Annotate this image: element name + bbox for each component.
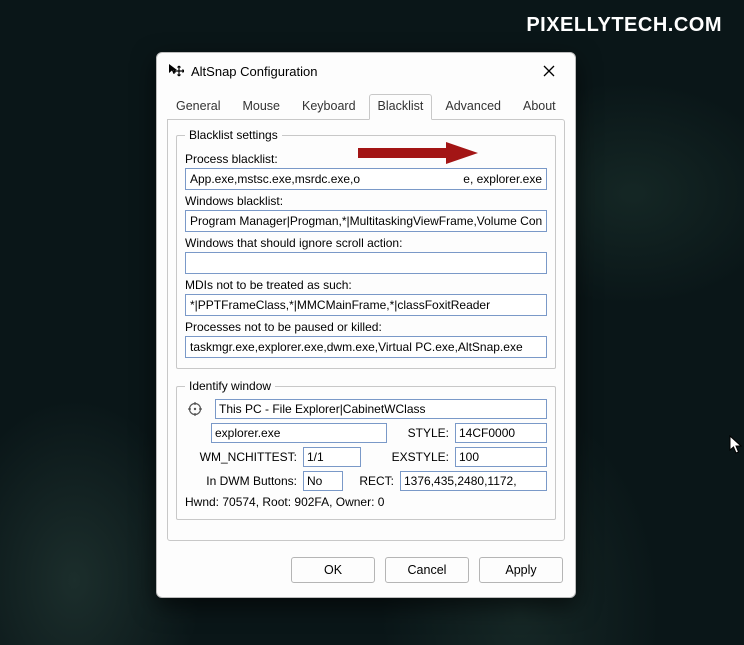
exstyle-label: EXSTYLE: [367, 450, 449, 464]
tab-panel-blacklist: Blacklist settings Process blacklist: Ap… [167, 119, 565, 541]
process-blacklist-value-right: e, explorer.exe [463, 172, 542, 186]
window-picker-icon[interactable] [185, 399, 205, 419]
style-value[interactable] [455, 423, 547, 443]
identify-window-group: Identify window STYLE: WM_NCHIT [176, 379, 556, 520]
pause-input[interactable] [185, 336, 547, 358]
mdi-label: MDIs not to be treated as such: [185, 278, 547, 292]
close-button[interactable] [533, 59, 565, 83]
process-blacklist-label: Process blacklist: [185, 152, 547, 166]
apply-button[interactable]: Apply [479, 557, 563, 583]
tab-general[interactable]: General [167, 94, 229, 120]
wm-nchittest-value[interactable] [303, 447, 361, 467]
exstyle-value[interactable] [455, 447, 547, 467]
tab-blacklist[interactable]: Blacklist [369, 94, 433, 120]
windows-blacklist-input[interactable] [185, 210, 547, 232]
wm-nchittest-label: WM_NCHITTEST: [185, 450, 297, 464]
style-label: STYLE: [393, 426, 449, 440]
dwm-buttons-label: In DWM Buttons: [185, 474, 297, 488]
tab-advanced[interactable]: Advanced [436, 94, 510, 120]
titlebar: AltSnap Configuration [157, 53, 575, 87]
app-move-icon [167, 62, 185, 80]
identify-exe-input[interactable] [211, 423, 387, 443]
identify-legend: Identify window [185, 379, 275, 393]
mdi-input[interactable] [185, 294, 547, 316]
dwm-buttons-value[interactable] [303, 471, 343, 491]
process-blacklist-input[interactable]: App.exe,mstsc.exe,msrdc.exe,o e, explore… [185, 168, 547, 190]
tab-bar: General Mouse Keyboard Blacklist Advance… [157, 87, 575, 119]
dialog-buttons: OK Cancel Apply [157, 549, 575, 597]
cancel-button[interactable]: Cancel [385, 557, 469, 583]
rect-value[interactable] [400, 471, 547, 491]
process-blacklist-value-left: App.exe,mstsc.exe,msrdc.exe,o [190, 172, 360, 186]
identify-window-input[interactable] [215, 399, 547, 419]
ok-button[interactable]: OK [291, 557, 375, 583]
scroll-ignore-input[interactable] [185, 252, 547, 274]
blacklist-legend: Blacklist settings [185, 128, 282, 142]
rect-label: RECT: [349, 474, 394, 488]
tab-mouse[interactable]: Mouse [233, 94, 289, 120]
pause-label: Processes not to be paused or killed: [185, 320, 547, 334]
tab-keyboard[interactable]: Keyboard [293, 94, 365, 120]
watermark-text: PIXELLYTECH.COM [526, 14, 722, 37]
hwnd-info: Hwnd: 70574, Root: 902FA, Owner: 0 [185, 495, 547, 509]
dialog-title: AltSnap Configuration [191, 64, 533, 79]
scroll-ignore-label: Windows that should ignore scroll action… [185, 236, 547, 250]
blacklist-settings-group: Blacklist settings Process blacklist: Ap… [176, 128, 556, 369]
close-icon [543, 65, 555, 77]
windows-blacklist-label: Windows blacklist: [185, 194, 547, 208]
tab-about[interactable]: About [514, 94, 565, 120]
altsnap-config-dialog: AltSnap Configuration General Mouse Keyb… [156, 52, 576, 598]
